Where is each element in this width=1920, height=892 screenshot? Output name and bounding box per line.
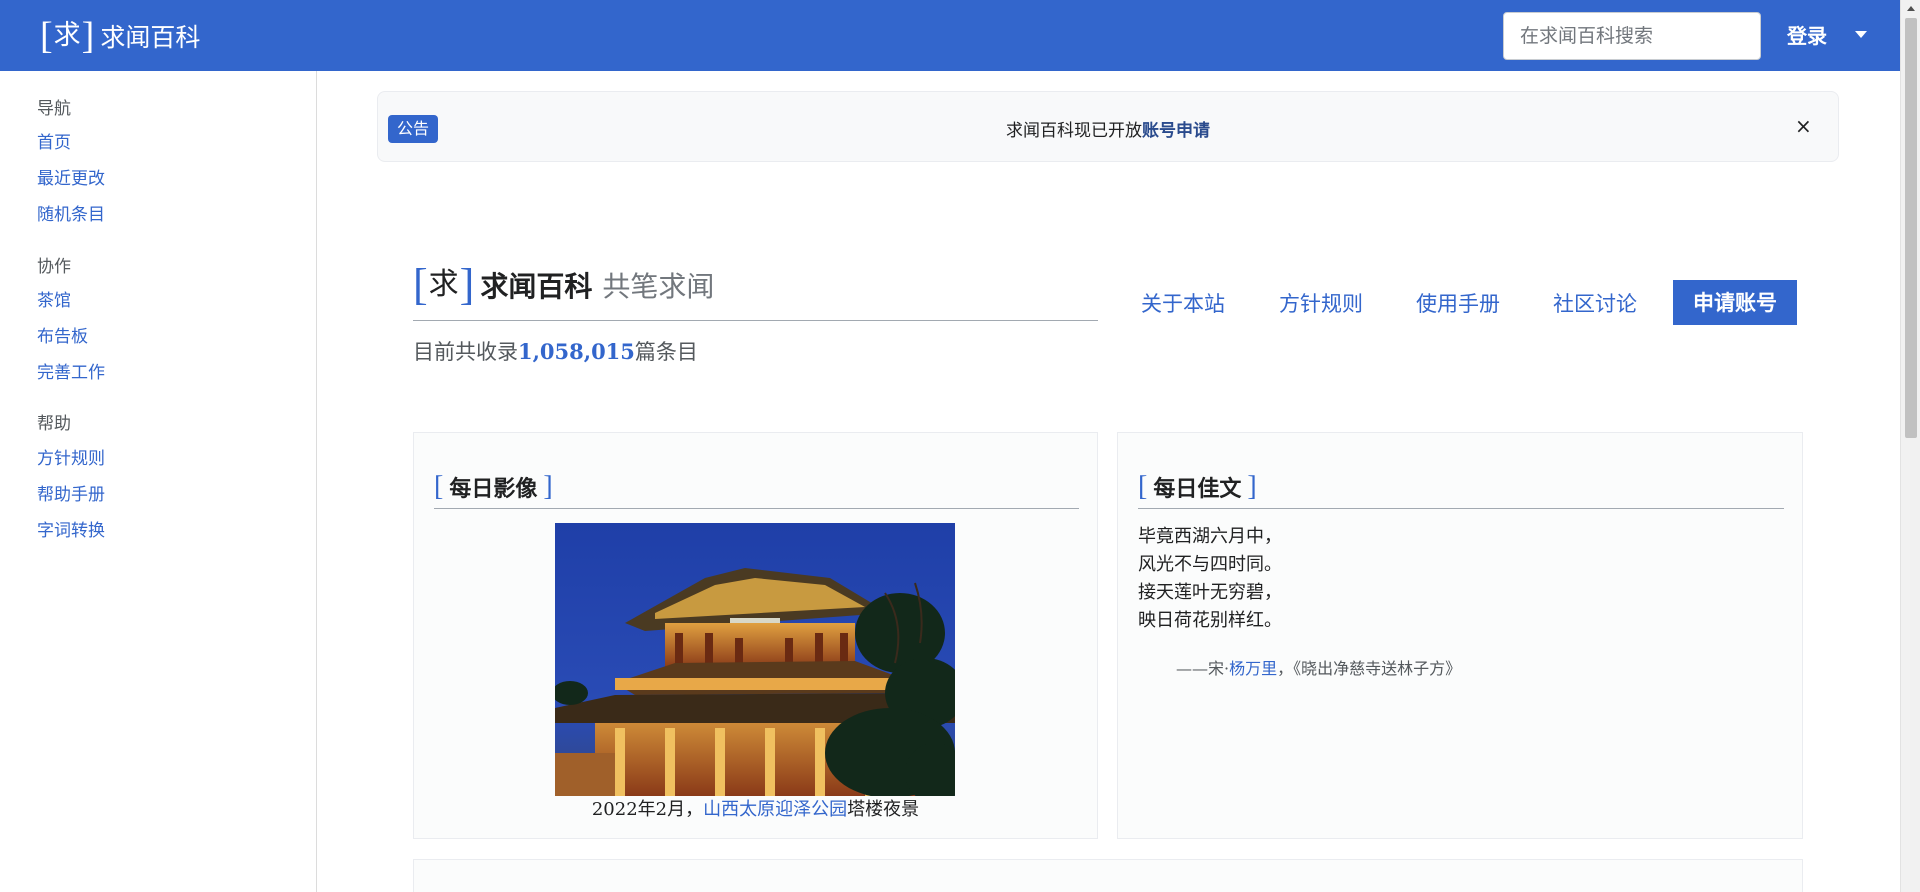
hero-bracket-left: [: [413, 260, 428, 309]
sidebar-heading-collab: 协作: [37, 257, 71, 277]
caption-prefix: 2022年2月，: [591, 799, 704, 820]
article-count: 目前共收录1,058,015篇条目: [413, 336, 698, 366]
search-input[interactable]: [1503, 12, 1761, 60]
sidebar-item-teahouse[interactable]: 茶馆: [37, 286, 71, 311]
hero-slogan: 共笔求闻: [602, 270, 715, 303]
user-menu-caret-icon[interactable]: [1855, 31, 1867, 38]
logo-bracket-left: [: [40, 15, 53, 57]
sidebar-item-policies[interactable]: 方针规则: [37, 444, 105, 469]
next-card: [413, 859, 1803, 892]
logo-text: 求闻百科: [100, 23, 201, 52]
pagoda-night-photo: [555, 523, 955, 796]
card-divider: [1138, 508, 1784, 509]
top-header: [ 求 ] 求闻百科 登录: [0, 0, 1900, 71]
logo-glyph: 求: [53, 20, 81, 51]
daily-image-title: 每日影像: [449, 476, 538, 502]
sidebar-item-help-manual[interactable]: 帮助手册: [37, 480, 105, 505]
count-suffix: 篇条目: [634, 340, 698, 364]
scroll-up-arrow-icon[interactable]: [1907, 6, 1915, 11]
poem-line: 映日荷花别样红。: [1138, 610, 1282, 631]
count-prefix: 目前共收录: [413, 340, 518, 364]
notice-message: 求闻百科现已开放: [1006, 121, 1142, 141]
scroll-thumb[interactable]: [1905, 18, 1917, 438]
daily-image-caption: 2022年2月，山西太原迎泽公园塔楼夜景: [414, 795, 1097, 821]
hero-logo: [ 求 ] 求闻百科 共笔求闻: [413, 262, 714, 308]
notice-account-link[interactable]: 账号申请: [1142, 121, 1210, 141]
daily-image-card: [ 每日影像 ] 2022年2月，山西太原迎泽公园塔楼夜景: [413, 432, 1098, 839]
attrib-prefix: ——宋·: [1176, 659, 1230, 678]
poem: 毕竟西湖六月中， 风光不与四时同。 接天莲叶无穷碧， 映日荷花别样红。: [1138, 523, 1282, 635]
sidebar-item-noticeboard[interactable]: 布告板: [37, 322, 88, 347]
nav-manual[interactable]: 使用手册: [1416, 288, 1500, 318]
site-logo[interactable]: [ 求 ] 求闻百科: [40, 16, 200, 56]
hero-glyph: 求: [428, 267, 459, 302]
logo-bracket-right: ]: [81, 15, 95, 57]
sidebar: 导航 首页 最近更改 随机条目 协作 茶馆 布告板 完善工作 帮助 方针规则 帮…: [0, 71, 317, 892]
card-divider: [434, 508, 1079, 509]
daily-photo[interactable]: [555, 523, 955, 796]
sidebar-heading-nav: 导航: [37, 99, 71, 119]
login-link[interactable]: 登录: [1787, 20, 1827, 49]
heading-bracket-left: [: [434, 471, 444, 502]
poem-line: 风光不与四时同。: [1138, 554, 1282, 575]
poem-line: 接天莲叶无穷碧，: [1138, 582, 1282, 603]
heading-bracket-right: ]: [1247, 471, 1257, 502]
heading-bracket-right: ]: [543, 471, 553, 502]
attrib-suffix: ，《晓出净慈寺送林子方》: [1277, 659, 1462, 678]
sidebar-heading-help: 帮助: [37, 414, 71, 434]
daily-text-heading: [ 每日佳文 ]: [1138, 471, 1257, 503]
nav-about[interactable]: 关于本站: [1141, 288, 1225, 318]
daily-image-heading: [ 每日影像 ]: [434, 471, 553, 503]
hero-bracket-right: ]: [459, 260, 475, 309]
close-icon[interactable]: ×: [1795, 114, 1812, 138]
poem-attribution: ——宋·杨万里，《晓出净慈寺送林子方》: [1176, 655, 1461, 679]
notice-text: 求闻百科现已开放账号申请: [378, 116, 1838, 141]
apply-account-button[interactable]: 申请账号: [1673, 280, 1797, 325]
count-number: 1,058,015: [518, 339, 635, 364]
hero-title: 求闻百科: [480, 270, 593, 303]
sidebar-item-random[interactable]: 随机条目: [37, 200, 105, 225]
heading-bracket-left: [: [1138, 471, 1148, 502]
nav-community[interactable]: 社区讨论: [1553, 288, 1637, 318]
nav-policies[interactable]: 方针规则: [1279, 288, 1363, 318]
caption-location-link[interactable]: 山西太原迎泽公园: [703, 799, 847, 820]
sidebar-item-improve[interactable]: 完善工作: [37, 358, 105, 383]
page-scrollbar[interactable]: [1900, 0, 1920, 892]
sidebar-item-home[interactable]: 首页: [37, 128, 71, 153]
attrib-author-link[interactable]: 杨万里: [1229, 659, 1277, 678]
daily-text-title: 每日佳文: [1153, 476, 1242, 502]
hero-divider: [413, 320, 1098, 321]
sidebar-item-conversion[interactable]: 字词转换: [37, 516, 105, 541]
sidebar-item-recent-changes[interactable]: 最近更改: [37, 164, 105, 189]
caption-suffix: 塔楼夜景: [847, 799, 920, 820]
poem-line: 毕竟西湖六月中，: [1138, 526, 1282, 547]
daily-text-card: [ 每日佳文 ] 毕竟西湖六月中， 风光不与四时同。 接天莲叶无穷碧， 映日荷花…: [1117, 432, 1803, 839]
site-notice: 公告 求闻百科现已开放账号申请 ×: [377, 91, 1839, 162]
